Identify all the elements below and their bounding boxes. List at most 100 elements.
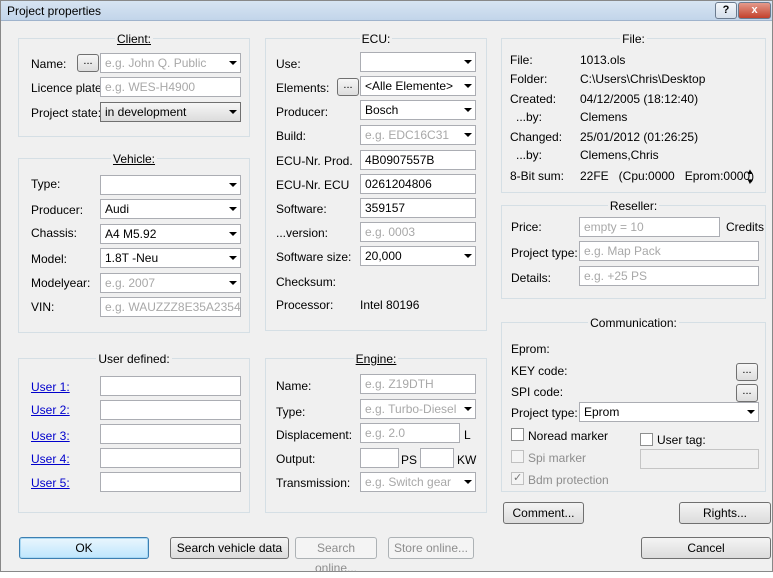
chevron-down-icon <box>464 108 472 112</box>
key-code-button[interactable]: ... <box>736 363 758 381</box>
spi-marker-checkbox[interactable] <box>511 450 524 463</box>
user-2-input[interactable] <box>100 400 241 420</box>
client-name-placeholder: e.g. John Q. Public <box>105 56 207 70</box>
engine-name-input[interactable]: e.g. Z19DTH <box>360 374 476 394</box>
sum-value: 22FE (Cpu:0000 Eprom:0000) <box>580 169 755 183</box>
ok-button[interactable]: OK <box>19 537 149 559</box>
ecu-use-select[interactable] <box>360 52 476 72</box>
spin-up-icon[interactable]: ▲ <box>744 167 756 177</box>
user-1-link[interactable]: User 1: <box>31 380 70 394</box>
software-input[interactable]: 359157 <box>360 198 476 218</box>
client-name-browse-button[interactable]: ... <box>77 54 99 72</box>
ecu-producer-select[interactable]: Bosch <box>360 100 476 120</box>
spin-down-icon[interactable]: ▼ <box>744 177 756 187</box>
chevron-down-icon <box>464 480 472 484</box>
details-input[interactable]: e.g. +25 PS <box>579 266 759 286</box>
price-label: Price: <box>511 220 542 234</box>
credits-label: Credits <box>726 220 765 234</box>
displacement-label: Displacement: <box>276 428 353 442</box>
bdm-protection-checkbox[interactable]: ✓ <box>511 472 524 485</box>
chevron-down-icon <box>229 183 237 187</box>
version-placeholder: e.g. 0003 <box>365 225 416 239</box>
communication-group-title: Communication: <box>588 316 679 330</box>
vehicle-type-label: Type: <box>31 177 61 191</box>
processor-label: Processor: <box>276 298 334 312</box>
processor-value: Intel 80196 <box>360 298 420 312</box>
store-online-button[interactable]: Store online... <box>388 537 474 559</box>
engine-group-title: Engine: <box>353 352 399 366</box>
model-label: Model: <box>31 252 68 266</box>
project-state-label: Project state: <box>31 106 102 120</box>
chevron-down-icon <box>464 407 472 411</box>
user-5-input[interactable] <box>100 472 241 492</box>
build-select[interactable]: e.g. EDC16C31 <box>360 125 476 145</box>
user-3-input[interactable] <box>100 424 241 444</box>
spi-code-button[interactable]: ... <box>736 384 758 402</box>
vehicle-producer-label: Producer: <box>31 203 84 217</box>
chassis-value: A4 M5.92 <box>105 227 157 241</box>
model-select[interactable]: 1.8T -Neu <box>100 248 241 268</box>
displacement-input[interactable]: e.g. 2.0 <box>360 423 460 443</box>
changed-by-value: Clemens,Chris <box>580 148 659 162</box>
user-tag-checkbox[interactable] <box>640 433 653 446</box>
elements-browse-button[interactable]: ... <box>337 78 359 96</box>
client-name-combo[interactable]: e.g. John Q. Public <box>100 53 241 73</box>
user-tag-input[interactable] <box>640 449 759 469</box>
user-3-link[interactable]: User 3: <box>31 429 70 443</box>
chevron-down-icon <box>464 254 472 258</box>
cancel-button[interactable]: Cancel <box>641 537 771 559</box>
modelyear-placeholder: e.g. 2007 <box>105 276 156 290</box>
created-by-label: ...by: <box>516 110 543 124</box>
rights-button[interactable]: Rights... <box>679 502 771 524</box>
search-vehicle-data-button[interactable]: Search vehicle data <box>170 537 289 559</box>
ecu-use-label: Use: <box>276 57 301 71</box>
chassis-select[interactable]: A4 M5.92 <box>100 224 241 244</box>
vehicle-type-select[interactable] <box>100 175 241 195</box>
ecu-producer-value: Bosch <box>365 103 399 117</box>
vehicle-producer-select[interactable]: Audi <box>100 199 241 219</box>
vin-input[interactable]: e.g. WAUZZZ8E35A23542 <box>100 297 241 317</box>
changed-label: Changed: <box>510 130 563 144</box>
engine-type-select[interactable]: e.g. Turbo-Diesel <box>360 399 476 419</box>
reseller-project-type-input[interactable]: e.g. Map Pack <box>579 241 759 261</box>
output-ps-input[interactable] <box>360 448 399 468</box>
comment-button[interactable]: Comment... <box>503 502 584 524</box>
project-state-select[interactable]: in development <box>100 102 241 122</box>
user-4-input[interactable] <box>100 448 241 468</box>
changed-value: 25/01/2012 (01:26:25) <box>580 130 699 144</box>
reseller-group-title: Reseller: <box>607 199 660 213</box>
user-5-link[interactable]: User 5: <box>31 476 70 490</box>
ecu-nr-prod-input[interactable]: 4B0907557B <box>360 150 476 170</box>
vin-label: VIN: <box>31 300 55 314</box>
build-placeholder: e.g. EDC16C31 <box>365 128 450 142</box>
user-defined-title: User defined: <box>96 352 172 366</box>
price-input[interactable]: empty = 10 <box>579 217 720 237</box>
user-4-link[interactable]: User 4: <box>31 452 70 466</box>
ecu-nr-ecu-input[interactable]: 0261204806 <box>360 174 476 194</box>
created-value: 04/12/2005 (18:12:40) <box>580 92 699 106</box>
noread-marker-label: Noread marker <box>528 429 609 443</box>
client-name-label: Name: <box>31 57 67 71</box>
output-label: Output: <box>276 452 316 466</box>
software-size-label: Software size: <box>276 250 352 264</box>
user-1-input[interactable] <box>100 376 241 396</box>
ecu-nr-ecu-value: 0261204806 <box>365 177 432 191</box>
elements-select[interactable]: <Alle Elemente> <box>360 76 476 96</box>
licence-plate-input[interactable]: e.g. WES-H4900 <box>100 77 241 97</box>
transmission-select[interactable]: e.g. Switch gear <box>360 472 476 492</box>
software-size-select[interactable]: 20,000 <box>360 246 476 266</box>
modelyear-select[interactable]: e.g. 2007 <box>100 273 241 293</box>
help-button[interactable]: ? <box>715 2 737 19</box>
version-input[interactable]: e.g. 0003 <box>360 222 476 242</box>
sum-label: 8-Bit sum: <box>510 169 565 183</box>
close-button[interactable]: x <box>738 2 771 19</box>
search-online-button[interactable]: Search online... <box>295 537 377 575</box>
transmission-label: Transmission: <box>276 476 351 490</box>
output-kw-input[interactable] <box>420 448 454 468</box>
user-2-link[interactable]: User 2: <box>31 403 70 417</box>
noread-marker-checkbox[interactable] <box>511 428 524 441</box>
chevron-down-icon <box>229 61 237 65</box>
version-label: ...version: <box>276 226 329 240</box>
comm-project-type-select[interactable]: Eprom <box>579 402 759 422</box>
scroll-spinner[interactable]: ▲ ▼ <box>744 167 756 189</box>
